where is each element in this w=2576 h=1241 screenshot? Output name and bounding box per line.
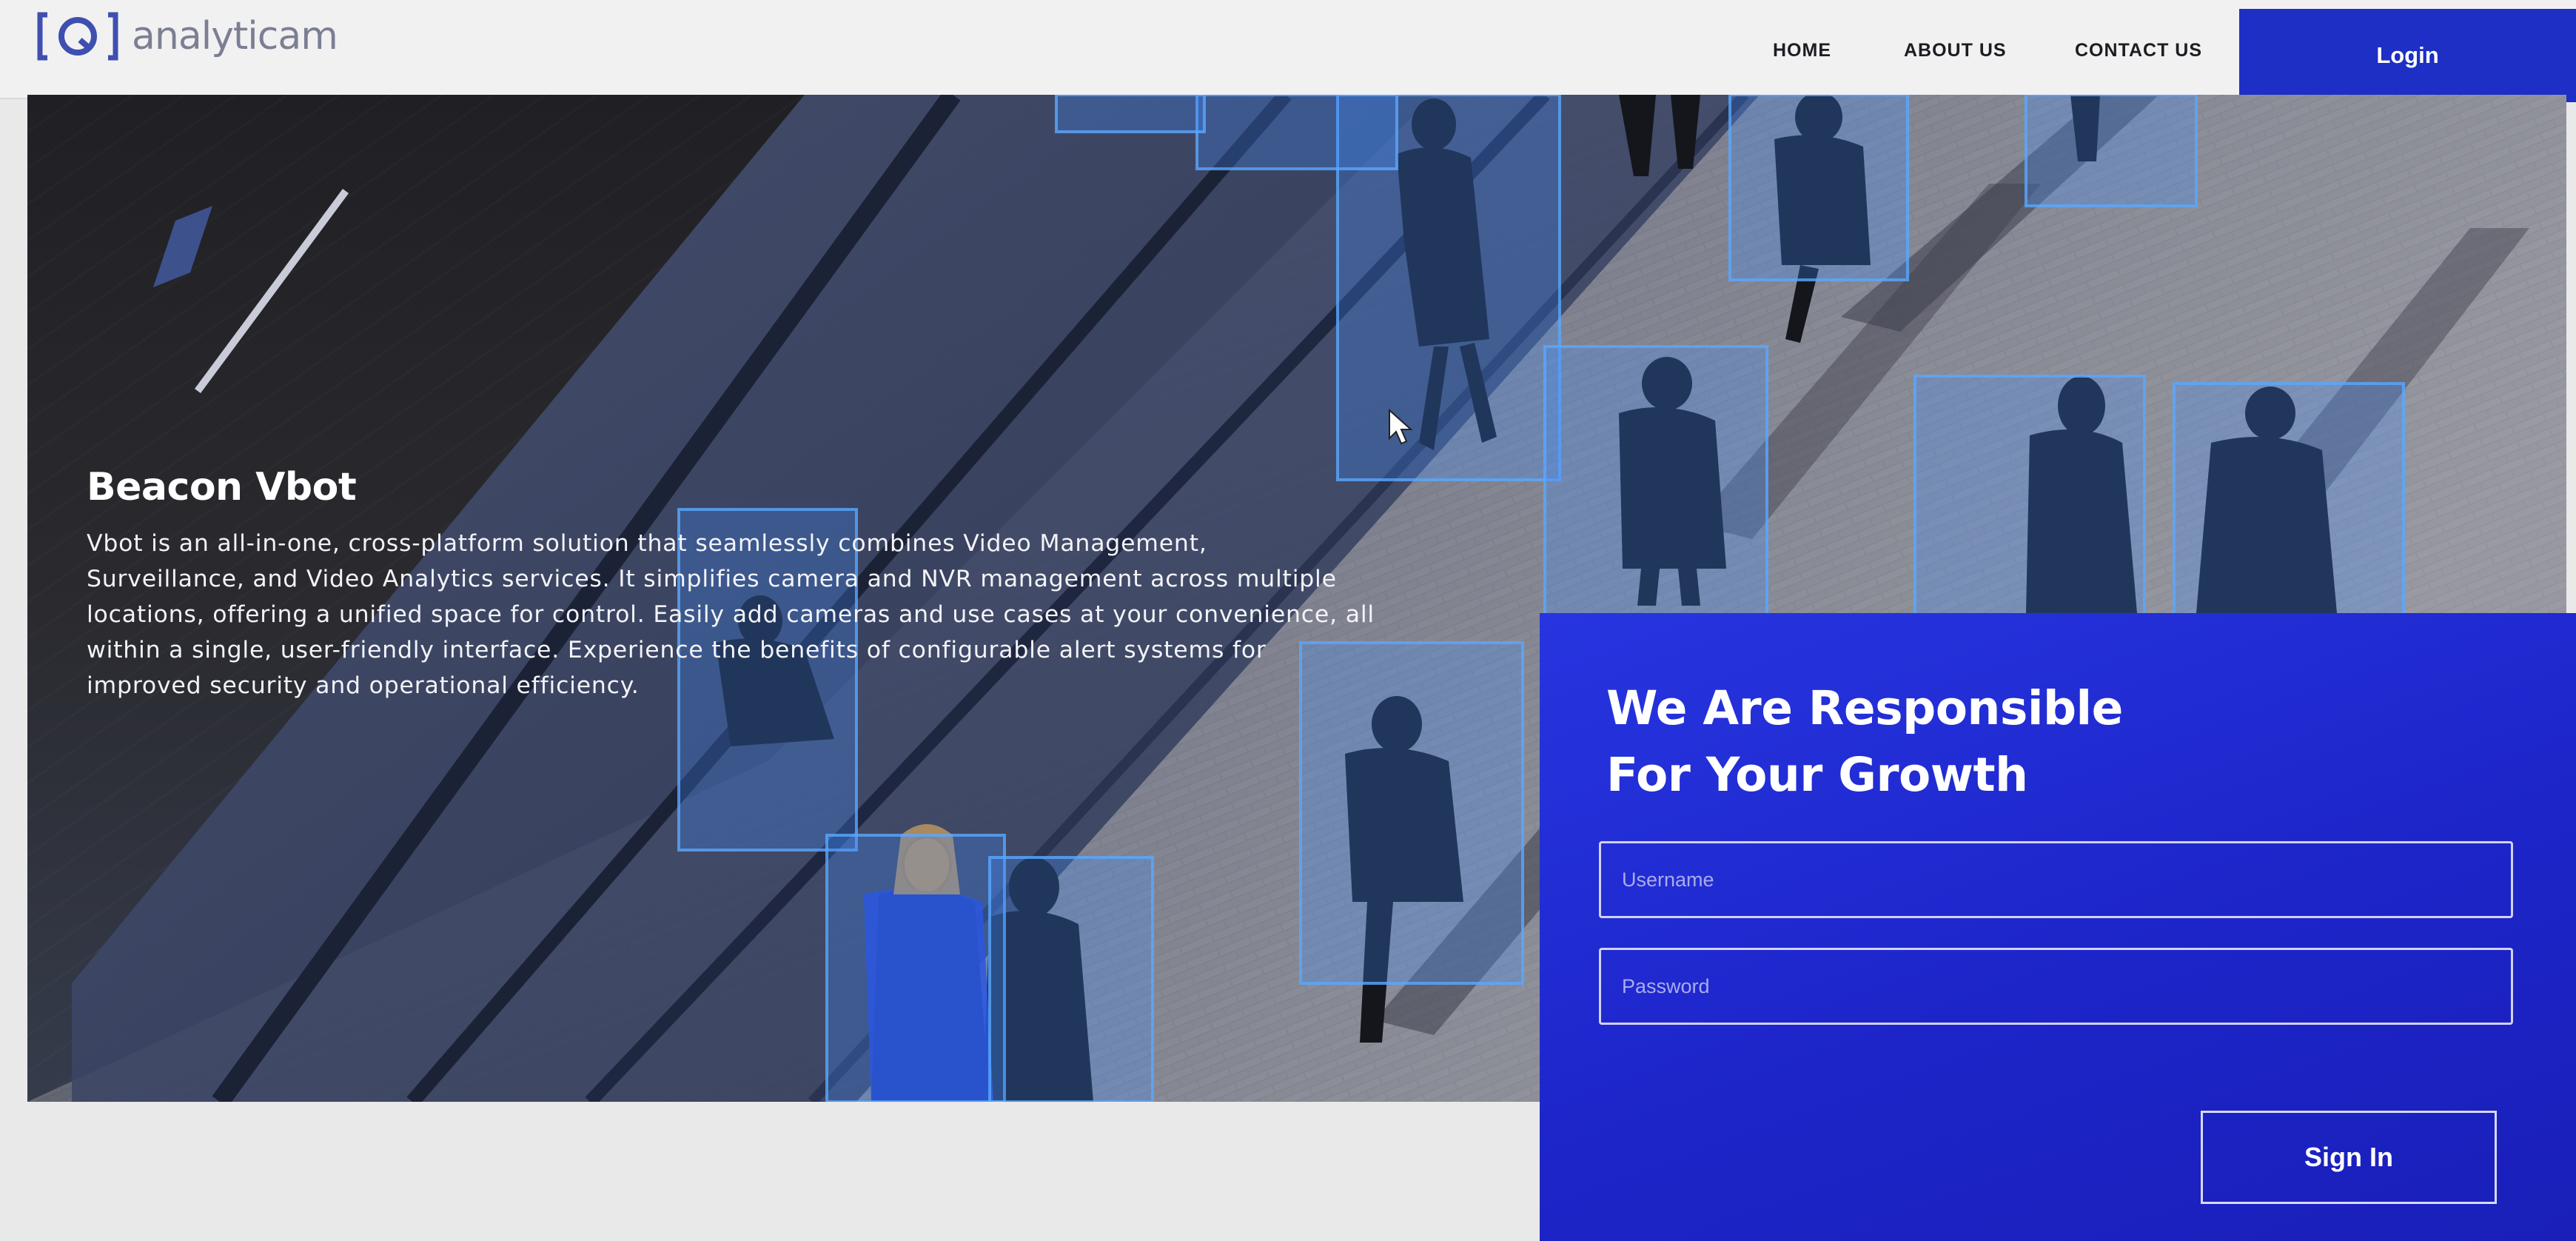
password-input[interactable] <box>1599 948 2513 1025</box>
brand-logo[interactable]: analyticam <box>37 10 338 62</box>
hero-description-line: within a single, user-friendly interface… <box>87 637 1267 663</box>
mouse-pointer-icon <box>1389 409 1413 445</box>
nav-link-about-us[interactable]: ABOUT US <box>1904 40 2007 61</box>
brand-name: analyticam <box>132 14 338 58</box>
hero-text-block: Beacon Vbot Vbot is an all-in-one, cross… <box>87 465 1530 703</box>
login-panel: We Are Responsible For Your Growth Sign … <box>1540 613 2576 1241</box>
nav-link-home[interactable]: HOME <box>1773 40 1831 61</box>
panel-heading-line: For Your Growth <box>1606 748 2028 802</box>
sign-in-button[interactable]: Sign In <box>2201 1111 2497 1204</box>
hero-description: Vbot is an all-in-one, cross-platform so… <box>87 526 1530 703</box>
login-button[interactable]: Login <box>2239 9 2576 102</box>
camera-lens-bracket-icon <box>37 12 118 61</box>
top-navbar: analyticam HOME ABOUT US CONTACT US Logi… <box>0 0 2576 102</box>
hero-description-line: improved security and operational effici… <box>87 672 640 699</box>
hero-title: Beacon Vbot <box>87 465 357 509</box>
panel-heading-line: We Are Responsible <box>1606 681 2123 735</box>
username-input[interactable] <box>1599 841 2513 918</box>
hero-description-line: Surveillance, and Video Analytics servic… <box>87 566 1337 592</box>
hero-description-line: locations, offering a unified space for … <box>87 601 1375 628</box>
hero-description-line: Vbot is an all-in-one, cross-platform so… <box>87 530 1207 557</box>
panel-heading: We Are Responsible For Your Growth <box>1606 675 2123 809</box>
nav-link-contact-us[interactable]: CONTACT US <box>2075 40 2202 61</box>
